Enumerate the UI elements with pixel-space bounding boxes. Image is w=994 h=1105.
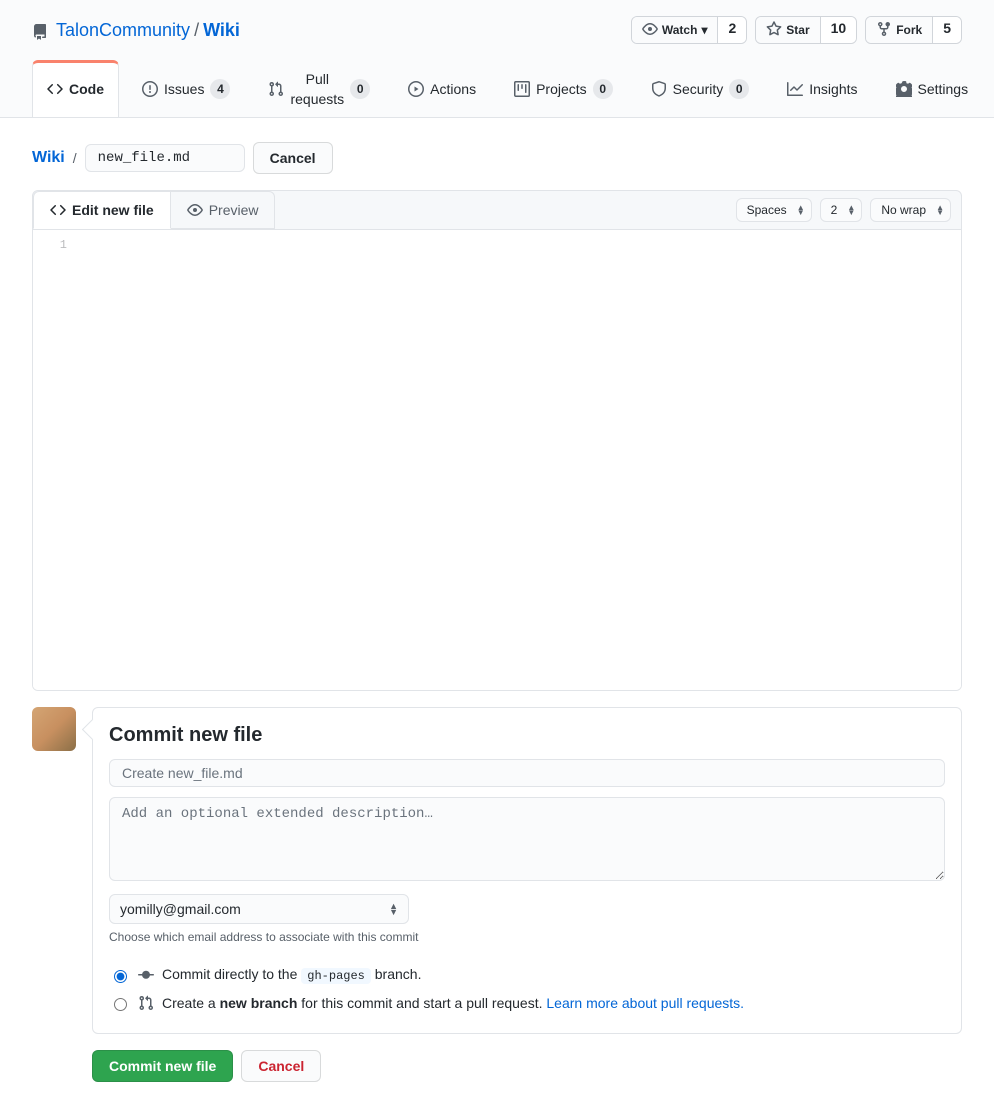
line-number: 1 — [33, 230, 77, 690]
nav-issues-label: Issues — [164, 79, 204, 99]
email-value: yomilly@gmail.com — [120, 901, 241, 917]
code-icon — [50, 202, 66, 218]
opt2-pre: Create a — [162, 995, 220, 1011]
play-icon — [408, 79, 424, 99]
repo-nav: Code Issues 4 Pull requests 0 Actions Pr… — [32, 60, 962, 117]
tab-issues[interactable]: Issues 4 — [127, 60, 245, 117]
commit-summary-input[interactable] — [109, 759, 945, 787]
fork-label: Fork — [896, 20, 922, 40]
tab-settings[interactable]: Settings — [881, 60, 984, 117]
wrap-mode-select[interactable]: No wrap ▲▼ — [870, 198, 951, 222]
nav-actions-label: Actions — [430, 79, 476, 99]
opt1-post: branch. — [371, 966, 422, 982]
tab-projects[interactable]: Projects 0 — [499, 60, 628, 117]
learn-more-link[interactable]: Learn more about pull requests. — [546, 995, 744, 1011]
select-caret-icon: ▲▼ — [389, 903, 398, 915]
commit-heading: Commit new file — [109, 724, 945, 747]
pulls-count: 0 — [350, 79, 370, 99]
wrap-mode-value: No wrap — [881, 203, 926, 217]
watch-label: Watch — [662, 20, 698, 40]
fork-icon — [876, 20, 892, 40]
fork-button-group[interactable]: Fork 5 — [865, 16, 962, 44]
tab-security[interactable]: Security 0 — [636, 60, 765, 117]
fork-count[interactable]: 5 — [932, 17, 961, 43]
breadcrumb: TalonCommunity / Wiki — [32, 20, 240, 41]
star-count[interactable]: 10 — [820, 17, 857, 43]
select-caret-icon: ▲▼ — [936, 205, 944, 215]
commit-cancel-button[interactable]: Cancel — [241, 1050, 321, 1082]
commit-direct-option[interactable]: Commit directly to the gh-pages branch. — [109, 960, 945, 989]
indent-mode-select[interactable]: Spaces ▲▼ — [736, 198, 812, 222]
star-icon — [766, 20, 782, 40]
editor-tab-edit-label: Edit new file — [72, 202, 154, 218]
branch-tag: gh-pages — [301, 968, 371, 984]
opt2-bold: new branch — [220, 995, 298, 1011]
tab-pulls[interactable]: Pull requests 0 — [253, 60, 385, 117]
editor-tab-preview-label: Preview — [209, 202, 259, 218]
select-caret-icon: ▲▼ — [847, 205, 855, 215]
commit-description-textarea[interactable] — [109, 797, 945, 881]
filename-input[interactable] — [85, 144, 245, 172]
path-sep: / — [73, 150, 77, 166]
nav-code-label: Code — [69, 79, 104, 99]
fork-button[interactable]: Fork — [866, 17, 932, 43]
repo-link[interactable]: Wiki — [203, 20, 240, 41]
graph-icon — [787, 79, 803, 99]
pr-icon — [268, 79, 284, 99]
pr-icon — [138, 995, 154, 1011]
editor-tab-preview[interactable]: Preview — [171, 191, 276, 229]
issues-count: 4 — [210, 79, 230, 99]
nav-insights-label: Insights — [809, 79, 857, 99]
tab-code[interactable]: Code — [32, 60, 119, 117]
opt2-post: for this commit and start a pull request… — [297, 995, 546, 1011]
cancel-filename-button[interactable]: Cancel — [253, 142, 333, 174]
watch-button-group[interactable]: Watch ▾ 2 — [631, 16, 747, 44]
commit-branch-radio[interactable] — [114, 998, 127, 1011]
star-label: Star — [786, 20, 809, 40]
editor-tab-edit[interactable]: Edit new file — [33, 191, 171, 229]
tab-actions[interactable]: Actions — [393, 60, 491, 117]
shield-icon — [651, 79, 667, 99]
avatar — [32, 707, 76, 751]
path-root-link[interactable]: Wiki — [32, 149, 65, 167]
projects-count: 0 — [593, 79, 613, 99]
repo-icon — [32, 20, 48, 41]
eye-icon — [642, 20, 658, 40]
commit-direct-radio[interactable] — [114, 970, 127, 983]
security-count: 0 — [729, 79, 749, 99]
watch-button[interactable]: Watch ▾ — [632, 17, 718, 43]
indent-mode-value: Spaces — [747, 203, 787, 217]
indent-size-value: 2 — [831, 203, 838, 217]
dropdown-caret-icon: ▾ — [701, 20, 707, 40]
opt1-pre: Commit directly to the — [162, 966, 301, 982]
owner-link[interactable]: TalonCommunity — [56, 20, 190, 41]
eye-icon — [187, 202, 203, 218]
watch-count[interactable]: 2 — [717, 17, 746, 43]
email-help-text: Choose which email address to associate … — [109, 930, 945, 944]
project-icon — [514, 79, 530, 99]
email-select[interactable]: yomilly@gmail.com ▲▼ — [109, 894, 409, 924]
nav-settings-label: Settings — [918, 79, 969, 99]
commit-submit-button[interactable]: Commit new file — [92, 1050, 233, 1082]
commit-icon — [138, 967, 154, 983]
issue-icon — [142, 79, 158, 99]
nav-projects-label: Projects — [536, 79, 587, 99]
star-button[interactable]: Star — [756, 17, 819, 43]
indent-size-select[interactable]: 2 ▲▼ — [820, 198, 863, 222]
code-icon — [47, 79, 63, 99]
nav-security-label: Security — [673, 79, 724, 99]
tab-insights[interactable]: Insights — [772, 60, 872, 117]
code-editor[interactable]: 1 — [33, 230, 961, 690]
commit-branch-option[interactable]: Create a new branch for this commit and … — [109, 989, 945, 1017]
breadcrumb-sep: / — [194, 20, 199, 41]
gear-icon — [896, 79, 912, 99]
select-caret-icon: ▲▼ — [797, 205, 805, 215]
nav-pulls-label: Pull requests — [290, 69, 344, 109]
code-text-area[interactable] — [77, 230, 961, 690]
star-button-group[interactable]: Star 10 — [755, 16, 857, 44]
